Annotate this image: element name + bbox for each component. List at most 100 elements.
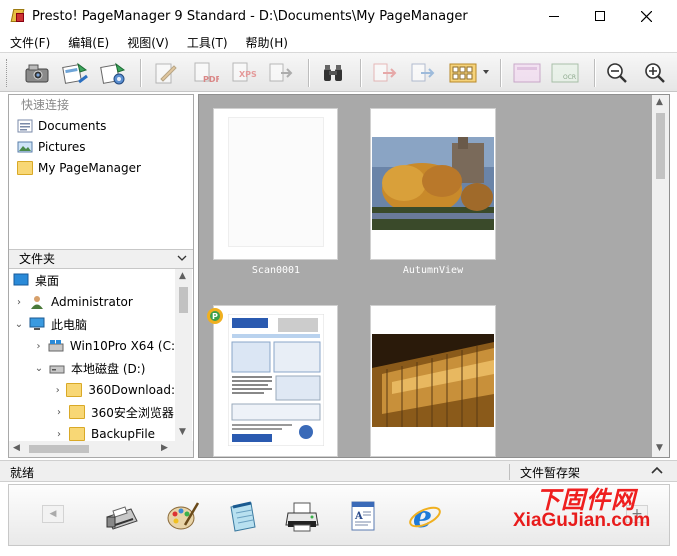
paint-button[interactable] [163,497,203,535]
edit-button[interactable] [150,58,180,88]
folder-tree: 桌面 › Administrator ⌄ 此电脑 › Win10Pro X64 … [9,269,175,441]
tree-horizontal-scrollbar[interactable]: ◀ ▶ [9,441,193,457]
tree-item-drive-d[interactable]: ⌄ 本地磁盘 (D:) [9,357,175,379]
quick-link-label: My PageManager [38,160,141,175]
find-button[interactable] [318,58,348,88]
tree-item-label: 本地磁盘 (D:) [71,361,146,376]
view-dropdown-arrow[interactable] [483,70,489,74]
tree-item-folder[interactable]: › 360Download: [9,379,175,401]
chevron-right-icon[interactable]: › [13,296,25,308]
maximize-button[interactable] [577,0,623,32]
send-icon [373,63,397,82]
quick-link-documents[interactable]: Documents [9,115,193,136]
tree-vertical-scrollbar[interactable]: ▲ ▼ [175,269,192,441]
fax-button[interactable] [101,497,141,535]
zoom-out-button[interactable] [602,58,632,88]
scan-button[interactable] [22,58,52,88]
toolbar-separator [360,59,361,87]
view-page-button[interactable] [512,58,542,88]
edit-icon [155,63,177,84]
blank-page-preview [228,117,324,247]
scroll-up-icon[interactable]: ▲ [656,97,663,107]
window-title: Presto! PageManager 9 Standard - D:\Docu… [32,8,468,24]
status-divider [509,464,510,480]
tree-item-folder[interactable]: › 360安全浏览器 [9,401,175,423]
send-button[interactable] [370,58,400,88]
pictures-icon [17,141,33,152]
scroll-thumb[interactable] [179,287,188,313]
save-pdf-button[interactable]: PDF [190,58,220,88]
minimize-icon [549,15,559,17]
menu-bar: 文件(F) 编辑(E) 视图(V) 工具(T) 帮助(H) [0,32,677,52]
acquire-button[interactable] [60,58,90,88]
menu-edit[interactable]: 编辑(E) [68,34,109,51]
scroll-up-icon[interactable]: ▲ [179,271,186,281]
chevron-down-icon[interactable]: ⌄ [13,318,25,330]
menu-tools[interactable]: 工具(T) [187,34,228,51]
toolbar-grip[interactable] [6,59,9,87]
chevron-down-icon[interactable]: ⌄ [33,362,45,374]
minimize-button[interactable] [531,0,577,32]
convert-icon [269,63,293,82]
printer-icon [285,502,319,532]
application-bar: ◀ A e + [8,484,670,546]
chevron-right-icon[interactable]: › [33,340,44,352]
scroll-left-icon[interactable]: ◀ [13,443,20,453]
toolbar-separator [500,59,501,87]
document-button[interactable]: A [343,497,383,535]
fax-icon [106,506,138,530]
tree-item-desktop[interactable]: 桌面 [9,269,175,291]
send-to-button[interactable] [408,58,438,88]
drive-c-icon [48,340,64,352]
thumbnail-scrollbar[interactable]: ▲ ▼ [652,95,669,457]
internet-explorer-button[interactable]: e [405,497,445,535]
thumbnail-autumnview[interactable] [370,108,496,260]
quick-link-my-pagemanager[interactable]: My PageManager [9,157,193,178]
scroll-down-icon[interactable]: ▼ [656,443,663,453]
thumbnail-scan0001[interactable] [213,108,338,260]
ocr-button[interactable]: OCR [550,58,580,88]
autumn-photo-preview [372,137,494,230]
convert-button[interactable] [266,58,296,88]
title-bar: Presto! PageManager 9 Standard - D:\Docu… [0,0,677,32]
notepad-button[interactable] [223,497,263,535]
close-button[interactable] [623,0,669,32]
appbar-add-button[interactable]: + [626,505,648,523]
file-shelf-label: 文件暂存架 [520,466,581,480]
quick-link-pictures[interactable]: Pictures [9,136,193,157]
acquire-settings-button[interactable] [98,58,128,88]
tree-item-this-pc[interactable]: ⌄ 此电脑 [9,313,175,335]
tree-item-administrator[interactable]: › Administrator [9,291,175,313]
folders-header-label: 文件夹 [19,252,56,266]
document-icon: A [351,501,375,531]
scroll-right-icon[interactable]: ▶ [161,443,168,453]
thumbnail-building[interactable] [370,305,496,457]
folder-icon [69,427,85,441]
folders-header[interactable]: 文件夹 [9,249,193,269]
chevron-right-icon[interactable]: › [53,428,65,440]
tree-item-label: Win10Pro X64 (C: [69,339,175,353]
appbar-scroll-left-button[interactable]: ◀ [42,505,64,523]
thumbnail-view-button[interactable] [448,58,478,88]
save-xps-button[interactable]: XPS [228,58,258,88]
chevron-right-icon[interactable]: › [53,384,62,396]
menu-view[interactable]: 视图(V) [127,34,169,51]
menu-file[interactable]: 文件(F) [10,34,50,51]
paint-icon [167,502,200,530]
scroll-down-icon[interactable]: ▼ [179,427,186,437]
scroll-thumb[interactable] [29,445,89,453]
printer-button[interactable] [283,497,323,535]
chevron-up-icon[interactable] [651,465,663,475]
tree-item-drive-c[interactable]: › Win10Pro X64 (C: [9,335,175,357]
folder-icon [69,405,85,419]
building-photo-preview [372,334,494,427]
scroll-thumb[interactable] [656,113,665,179]
chevron-right-icon[interactable]: › [53,406,65,418]
tree-item-folder[interactable]: › BackupFile [9,423,175,441]
toolbar-separator [140,59,141,87]
tree-item-label: BackupFile [91,427,156,441]
thumbnail-brochure[interactable] [213,305,338,457]
zoom-in-button[interactable] [640,58,670,88]
menu-help[interactable]: 帮助(H) [246,34,288,51]
zoom-in-icon [645,63,665,83]
